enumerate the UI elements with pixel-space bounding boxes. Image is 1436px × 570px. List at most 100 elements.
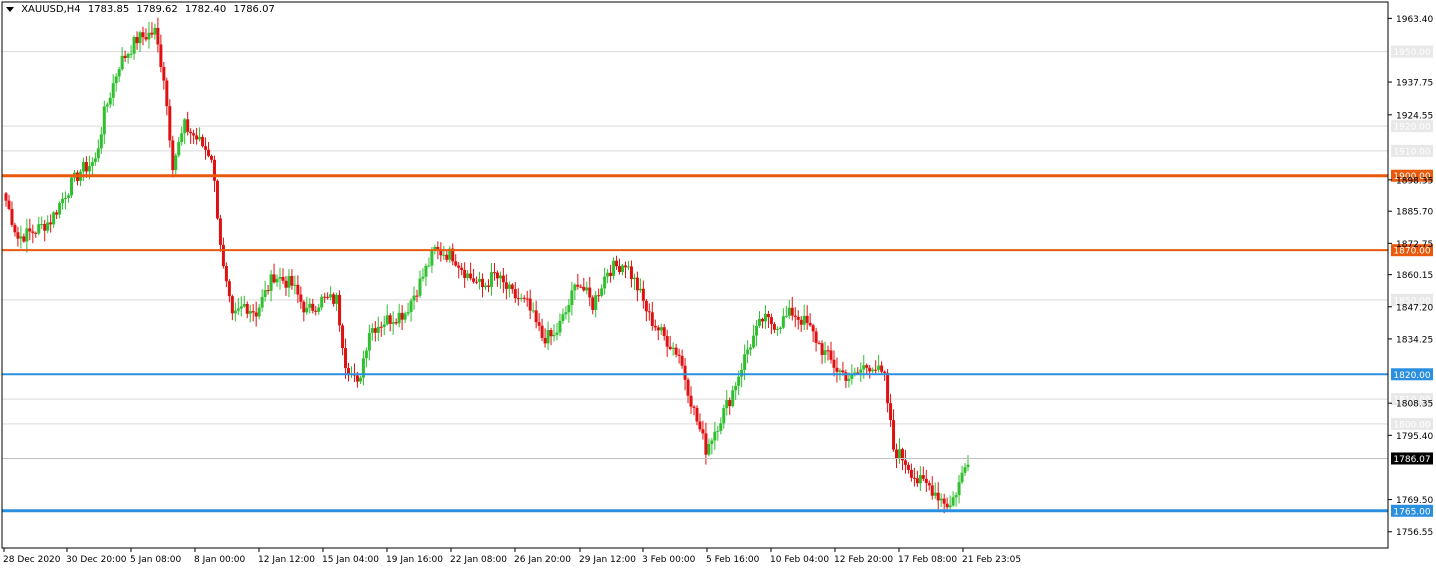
candle-body — [763, 314, 767, 322]
candle-body — [567, 304, 571, 313]
candle-body — [105, 104, 109, 107]
candle-body — [531, 310, 535, 312]
candle-body — [195, 135, 199, 140]
levels-layer[interactable]: 1900.001870.001820.001765.001786.07 — [2, 169, 1433, 518]
candle-body — [760, 318, 764, 322]
candle-body — [722, 408, 726, 424]
faint-level-label: 1920.00 — [1393, 123, 1430, 133]
candle-body — [427, 265, 431, 267]
candle-body — [927, 483, 931, 486]
x-tick-label: 12 Feb 20:00 — [834, 555, 893, 565]
candle-body — [102, 106, 106, 135]
candle-body — [221, 244, 225, 267]
candle-body — [603, 276, 607, 289]
candle-body — [516, 298, 520, 300]
candle-body — [114, 76, 118, 84]
candle-body — [597, 295, 601, 297]
candle-body — [671, 347, 675, 350]
candle-body — [96, 148, 100, 159]
candle-body — [201, 136, 205, 147]
candle-body — [87, 166, 91, 172]
candle-body — [561, 314, 565, 321]
candle-body — [418, 278, 422, 296]
candle-body — [877, 365, 881, 370]
candle-body — [183, 119, 187, 134]
candle-body — [162, 66, 166, 81]
candle-body — [695, 407, 699, 422]
candle-body — [90, 162, 94, 167]
candle-body — [466, 273, 470, 279]
candle-body — [805, 315, 809, 323]
candle-body — [755, 325, 759, 336]
candle-body — [254, 312, 258, 317]
candle-body — [906, 464, 910, 470]
candle-body — [814, 331, 818, 343]
candle-body — [564, 312, 568, 315]
candle-body — [13, 224, 17, 233]
candle-body — [260, 297, 264, 308]
candle-body — [409, 300, 413, 313]
candle-body — [245, 303, 249, 314]
candle-body — [558, 320, 562, 333]
candle-body — [421, 276, 425, 279]
candle-body — [874, 369, 878, 371]
candle-body — [653, 325, 657, 328]
candle-body — [507, 284, 511, 289]
candle-body — [22, 236, 26, 242]
candle-body — [626, 266, 630, 268]
candle-body — [954, 495, 958, 498]
candle-body — [540, 325, 544, 338]
candle-body — [445, 254, 449, 260]
candle-body — [293, 284, 297, 286]
candle-body — [156, 27, 160, 45]
candle-body — [832, 359, 836, 368]
price-chart[interactable]: 1950.001920.001910.001850.001810.001800.… — [0, 0, 1436, 570]
candle-body — [734, 385, 738, 391]
candle-body — [242, 303, 246, 307]
candle-body — [314, 310, 318, 312]
candle-body — [659, 327, 663, 331]
candles-layer — [4, 17, 970, 514]
candle-body — [647, 311, 651, 313]
candle-body — [772, 323, 776, 330]
candle-body — [668, 346, 672, 350]
candle-body — [415, 295, 419, 297]
faint-level-label: 1910.00 — [1393, 147, 1430, 157]
candle-body — [909, 469, 913, 478]
candle-body — [713, 431, 717, 441]
candle-body — [719, 423, 723, 431]
candle-body — [784, 315, 788, 317]
candle-body — [239, 306, 243, 309]
candle-body — [43, 224, 47, 231]
candle-body — [4, 193, 8, 201]
candle-body — [886, 372, 890, 404]
candle-body — [430, 250, 434, 266]
candle-body — [123, 55, 127, 58]
candle-body — [326, 296, 330, 298]
candle-body — [918, 475, 922, 484]
candle-body — [504, 282, 508, 289]
candle-body — [373, 328, 377, 333]
candle-body — [460, 267, 464, 270]
candle-body — [379, 326, 383, 328]
candle-body — [278, 277, 282, 279]
candle-body — [299, 294, 303, 302]
candle-body — [370, 328, 374, 333]
candle-body — [528, 298, 532, 311]
candle-body — [257, 307, 261, 317]
candle-body — [207, 149, 211, 156]
candle-body — [823, 350, 827, 355]
candle-body — [775, 328, 779, 330]
candle-body — [638, 288, 642, 291]
candle-body — [210, 155, 214, 160]
candle-body — [895, 449, 899, 458]
candle-body — [385, 315, 389, 325]
candle-body — [710, 440, 714, 444]
candle-body — [960, 472, 964, 483]
candle-body — [793, 315, 797, 317]
candle-body — [594, 295, 598, 310]
candle-body — [296, 284, 300, 295]
x-tick-label: 28 Dec 2020 — [3, 555, 61, 565]
candle-body — [623, 265, 627, 268]
candle-body — [746, 349, 750, 355]
